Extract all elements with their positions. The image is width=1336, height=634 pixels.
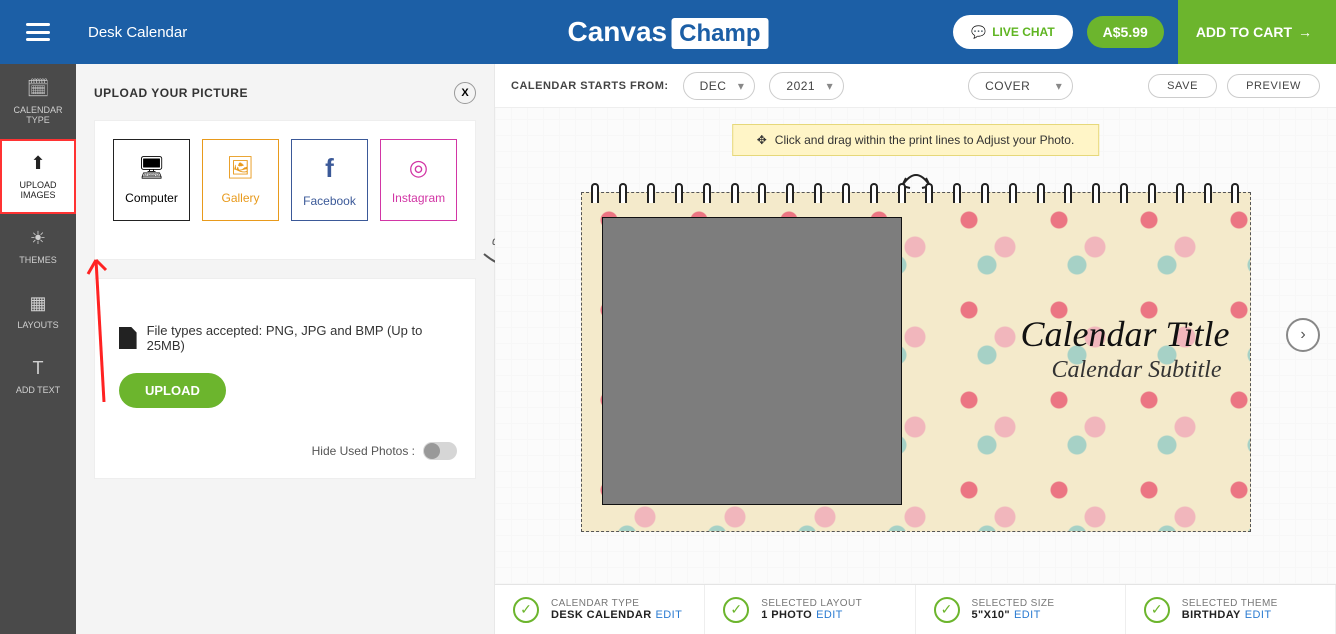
document-icon (119, 327, 137, 349)
canvas-toolbar: CALENDAR STARTS FROM: DEC 2021 COVER SAV… (495, 64, 1336, 108)
footer-selected-size: ✓ SELECTED SIZE 5"X10"EDIT (916, 585, 1126, 634)
hide-used-label: Hide Used Photos : (312, 444, 415, 458)
page-select[interactable]: COVER (968, 72, 1073, 100)
calendar-subtitle-text[interactable]: Calendar Subtitle (1052, 357, 1222, 384)
spiral-binding (582, 183, 1250, 203)
hide-used-toggle[interactable] (423, 442, 457, 460)
upload-panel: UPLOAD YOUR PICTURE X 🖥 Computer 🖼 Galle… (76, 64, 494, 634)
chevron-right-icon: › (1300, 326, 1305, 344)
edit-link[interactable]: EDIT (656, 609, 683, 621)
calendar-title-text[interactable]: Calendar Title (1020, 313, 1229, 355)
price-display: A$5.99 (1087, 16, 1164, 48)
facebook-icon: f (325, 153, 334, 184)
hamburger-icon (26, 23, 50, 41)
month-select[interactable]: DEC (683, 72, 756, 100)
nav-label: THEMES (19, 255, 57, 265)
file-note-text: File types accepted: PNG, JPG and BMP (U… (147, 323, 457, 353)
source-label: Computer (125, 191, 178, 205)
next-page-button[interactable]: › (1286, 318, 1320, 352)
nav-themes[interactable]: ☀ THEMES (0, 214, 76, 279)
source-label: Gallery (221, 191, 259, 205)
brand-left: Canvas (568, 16, 668, 47)
source-computer[interactable]: 🖥 Computer (113, 139, 190, 221)
add-to-cart-button[interactable]: ADD TO CART → (1178, 0, 1336, 64)
edit-link[interactable]: EDIT (1014, 609, 1041, 621)
close-panel-button[interactable]: X (454, 82, 476, 104)
canvas-area: CALENDAR STARTS FROM: DEC 2021 COVER SAV… (494, 64, 1336, 634)
upload-button[interactable]: UPLOAD (119, 373, 226, 408)
brand-right: Champ (671, 18, 768, 49)
footer-calendar-type: ✓ CALENDAR TYPE DESK CALENDAR EDIT (495, 585, 705, 634)
check-icon: ✓ (1144, 597, 1170, 623)
year-select[interactable]: 2021 (769, 72, 844, 100)
menu-button[interactable] (0, 0, 76, 64)
hide-used-row: Hide Used Photos : (113, 442, 457, 460)
nav-label: UPLOAD IMAGES (19, 180, 56, 200)
source-gallery[interactable]: 🖼 Gallery (202, 139, 279, 221)
file-types-note: File types accepted: PNG, JPG and BMP (U… (119, 323, 457, 353)
nav-label: ADD TEXT (16, 385, 60, 395)
preview-button[interactable]: PREVIEW (1227, 74, 1320, 98)
photo-drop-slot[interactable] (602, 217, 902, 505)
nav-layouts[interactable]: ▦ LAYOUTS (0, 279, 76, 344)
move-icon: ✥ (757, 133, 767, 147)
check-icon: ✓ (513, 597, 539, 623)
live-chat-button[interactable]: 💬 LIVE CHAT (953, 15, 1072, 49)
footer-label: SELECTED LAYOUT (761, 598, 862, 609)
calendar-preview[interactable]: Calendar Title Calendar Subtitle (581, 192, 1251, 532)
footer-value: DESK CALENDAR (551, 609, 652, 621)
footer-value: 5"X10" (972, 609, 1011, 621)
page-title: Desk Calendar (88, 24, 187, 41)
footer-label: SELECTED SIZE (972, 598, 1055, 609)
save-button[interactable]: SAVE (1148, 74, 1217, 98)
source-facebook[interactable]: f Facebook (291, 139, 368, 221)
gallery-icon: 🖼 (227, 155, 255, 181)
calendar-icon: 🗓 (4, 78, 72, 99)
header-actions: 💬 LIVE CHAT A$5.99 ADD TO CART → (953, 0, 1336, 64)
source-label: Facebook (303, 194, 356, 208)
starts-from-label: CALENDAR STARTS FROM: (511, 80, 669, 92)
computer-icon: 🖥 (138, 155, 166, 181)
check-icon: ✓ (723, 597, 749, 623)
tip-bar: ✥ Click and drag within the print lines … (732, 124, 1100, 156)
theme-icon: ☀ (4, 228, 72, 249)
panel-title: UPLOAD YOUR PICTURE (94, 86, 248, 100)
left-nav: 🗓 CALENDAR TYPE ⬆ UPLOAD IMAGES ☀ THEMES… (0, 64, 76, 634)
brand-logo: CanvasChamp (568, 16, 769, 48)
footer-selected-layout: ✓ SELECTED LAYOUT 1 PHOTO EDIT (705, 585, 915, 634)
source-instagram[interactable]: ◎ Instagram (380, 139, 457, 221)
nav-calendar-type[interactable]: 🗓 CALENDAR TYPE (0, 64, 76, 139)
nav-upload-images[interactable]: ⬆ UPLOAD IMAGES (0, 139, 76, 214)
nav-label: CALENDAR TYPE (13, 105, 62, 125)
upload-icon: ⬆ (4, 153, 72, 174)
footer-selected-theme: ✓ SELECTED THEME BIRTHDAY EDIT (1126, 585, 1336, 634)
edit-link[interactable]: EDIT (816, 609, 843, 621)
footer-value: BIRTHDAY (1182, 609, 1241, 621)
layout-icon: ▦ (4, 293, 72, 314)
instagram-icon: ◎ (409, 155, 428, 181)
source-label: Instagram (392, 191, 445, 205)
footer-label: CALENDAR TYPE (551, 598, 682, 609)
check-icon: ✓ (934, 597, 960, 623)
tip-text: Click and drag within the print lines to… (775, 133, 1075, 147)
upload-source-row: 🖥 Computer 🖼 Gallery f Facebook ◎ Instag… (113, 139, 457, 221)
edit-link[interactable]: EDIT (1245, 609, 1272, 621)
footer-label: SELECTED THEME (1182, 598, 1278, 609)
footer-value: 1 PHOTO (761, 609, 812, 621)
nav-label: LAYOUTS (17, 320, 58, 330)
nav-add-text[interactable]: T ADD TEXT (0, 344, 76, 409)
text-icon: T (4, 358, 72, 379)
summary-footer: ✓ CALENDAR TYPE DESK CALENDAR EDIT ✓ SELE… (495, 584, 1336, 634)
live-chat-label: LIVE CHAT (992, 25, 1054, 39)
arrow-right-icon: → (1298, 24, 1312, 40)
canvas-stage: ✥ Click and drag within the print lines … (495, 108, 1336, 584)
add-to-cart-label: ADD TO CART (1196, 24, 1292, 40)
chat-icon: 💬 (971, 25, 986, 39)
app-header: Desk Calendar CanvasChamp 💬 LIVE CHAT A$… (0, 0, 1336, 64)
